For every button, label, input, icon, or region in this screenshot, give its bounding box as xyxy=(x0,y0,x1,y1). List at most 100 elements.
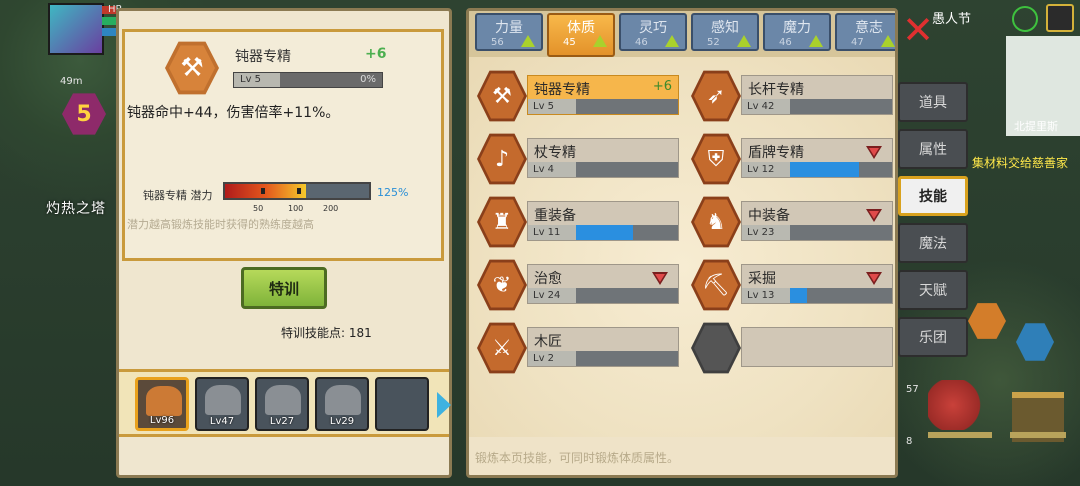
skill-item[interactable]: ➶ 长杆专精 Lv 42 xyxy=(691,69,895,125)
skill-name: 木匠 xyxy=(534,334,562,350)
skill-detail-panel: ⚒ 钝器专精 +6 Lv 5 0% 钝器命中+44，伤害倍率+11%。 钝器专精… xyxy=(116,8,452,478)
potential-tick: 50 xyxy=(253,204,264,213)
decline-arrow-icon xyxy=(866,272,882,285)
character-slot[interactable]: Lv27 xyxy=(255,377,309,431)
hammer-icon: ⚒ xyxy=(477,70,527,122)
skill-level: Lv 5 xyxy=(528,99,576,114)
potential-hint: 潜力越高锻炼技能时获得的熟练度越高 xyxy=(127,218,314,231)
hammer-icon: ⚒ xyxy=(165,41,219,95)
player-portrait[interactable] xyxy=(48,3,104,55)
skills-panel: 力量 56 体质 45 灵巧 46 感知 52 魔力 46 意志 47 ⚒ 钝器专精 +6 Lv 5 ➶ 长杆专… xyxy=(466,8,898,478)
skill-level: Lv 12 xyxy=(742,162,790,177)
skill-grid: ⚒ 钝器专精 +6 Lv 5 ➶ 长杆专精 Lv 42 ♪ 杖专精 Lv 4 ⛨ 盾牌专精 Lv 12 ♜… xyxy=(469,57,895,437)
skill-progress-bar: Lv 5 xyxy=(528,99,678,114)
spear-icon: ➶ xyxy=(691,70,741,122)
potential-value: 125% xyxy=(377,186,409,199)
tab-attribute[interactable]: 体质 45 xyxy=(547,13,615,57)
potential-tick: 100 xyxy=(288,204,304,213)
skill-progress-bar: Lv 13 xyxy=(742,288,892,303)
side-menu-button[interactable]: 属性 xyxy=(898,129,968,169)
tab-attribute[interactable]: 灵巧 46 xyxy=(619,13,687,51)
upgrade-arrow-icon xyxy=(593,35,607,47)
footer-hint: 锻炼本页技能，可同时锻炼体质属性。 xyxy=(475,451,680,465)
skill-item[interactable]: ⛨ 盾牌专精 Lv 12 xyxy=(691,132,895,188)
skill-progress-bar: Lv 24 xyxy=(528,288,678,303)
tab-label: 感知 xyxy=(711,20,739,36)
skill-progress-bar: Lv 12 xyxy=(742,162,892,177)
skill-item[interactable]: ⚔ 木匠 Lv 2 xyxy=(477,321,682,377)
skill-name: 长杆专精 xyxy=(748,82,804,98)
character-selector: Lv96 Lv47 Lv27 Lv29 xyxy=(119,369,451,437)
meat-icon[interactable] xyxy=(928,380,990,430)
skill-level: Lv 23 xyxy=(742,225,790,240)
skill-box: 木匠 Lv 2 xyxy=(527,327,679,367)
skill-bonus: +6 xyxy=(652,79,672,94)
staff-icon: ♪ xyxy=(477,133,527,185)
globe-icon[interactable] xyxy=(1012,6,1038,32)
tab-attribute[interactable]: 意志 47 xyxy=(835,13,895,51)
skill-box: 采掘 Lv 13 xyxy=(741,264,893,304)
skill-level: Lv 42 xyxy=(742,99,790,114)
potential-label: 钝器专精 潜力 xyxy=(143,189,213,202)
shield-icon: ⛨ xyxy=(691,133,741,185)
skill-item[interactable]: ♜ 重装备 Lv 11 xyxy=(477,195,682,251)
character-slot[interactable]: Lv47 xyxy=(195,377,249,431)
tab-value: 47 xyxy=(851,37,864,48)
skill-detail-card: ⚒ 钝器专精 +6 Lv 5 0% 钝器命中+44，伤害倍率+11%。 钝器专精… xyxy=(122,29,444,261)
tab-value: 46 xyxy=(779,37,792,48)
potential-marker xyxy=(297,188,301,194)
skill-name: 重装备 xyxy=(534,208,576,224)
skill-item[interactable]: ♪ 杖专精 Lv 4 xyxy=(477,132,682,188)
skill-name: 治愈 xyxy=(534,271,562,287)
potential-marker xyxy=(261,188,265,194)
tab-value: 46 xyxy=(635,37,648,48)
distance-readout: 49m xyxy=(60,76,83,87)
medium-armor-icon: ♞ xyxy=(691,196,741,248)
skill-box: 盾牌专精 Lv 12 xyxy=(741,138,893,178)
heavy-armor-icon: ♜ xyxy=(477,196,527,248)
upgrade-arrow-icon xyxy=(521,35,535,47)
side-menu-button[interactable]: 魔法 xyxy=(898,223,968,263)
next-arrow-icon[interactable] xyxy=(437,392,451,418)
tab-attribute[interactable]: 力量 56 xyxy=(475,13,543,51)
detail-progress-pct: 0% xyxy=(360,74,376,85)
skill-item[interactable]: ❦ 治愈 Lv 24 xyxy=(477,258,682,314)
character-slot-empty[interactable] xyxy=(375,377,429,431)
skill-item[interactable]: ⛏ 采掘 Lv 13 xyxy=(691,258,895,314)
skill-name: 盾牌专精 xyxy=(748,145,804,161)
special-train-button[interactable]: 特训 xyxy=(241,267,327,309)
detail-level: Lv 5 xyxy=(234,73,280,87)
skill-box: 中装备 Lv 23 xyxy=(741,201,893,241)
exit-icon[interactable] xyxy=(1046,4,1074,32)
decline-arrow-icon xyxy=(866,209,882,222)
side-menu-button[interactable]: 乐团 xyxy=(898,317,968,357)
skill-item[interactable]: ♞ 中装备 Lv 23 xyxy=(691,195,895,251)
rest-bar xyxy=(1010,432,1066,438)
side-menu-button[interactable]: 道具 xyxy=(898,82,968,122)
skill-name: 钝器专精 xyxy=(534,82,590,98)
skill-name: 杖专精 xyxy=(534,145,576,161)
quest-text[interactable]: 集材料交给慈善家 xyxy=(972,154,1068,171)
character-slot[interactable]: Lv29 xyxy=(315,377,369,431)
skill-item[interactable]: ⚒ 钝器专精 +6 Lv 5 xyxy=(477,69,682,125)
tab-label: 意志 xyxy=(855,20,883,36)
train-points-label: 特训技能点: xyxy=(281,326,346,340)
tab-attribute[interactable]: 魔力 46 xyxy=(763,13,831,51)
healing-icon: ❦ xyxy=(477,259,527,311)
character-slot[interactable]: Lv96 xyxy=(135,377,189,431)
upgrade-arrow-icon xyxy=(665,35,679,47)
side-menu-button[interactable]: 技能 xyxy=(898,176,968,216)
potential-tick: 200 xyxy=(323,204,339,213)
skill-progress-bar: Lv 23 xyxy=(742,225,892,240)
close-icon[interactable]: ✕ xyxy=(898,10,938,50)
tab-label: 力量 xyxy=(495,20,523,36)
tab-attribute[interactable]: 感知 52 xyxy=(691,13,759,51)
skill-progress-bar: Lv 2 xyxy=(528,351,678,366)
detail-skill-name: 钝器专精 xyxy=(235,49,291,65)
upgrade-arrow-icon xyxy=(809,35,823,47)
skill-slot-empty[interactable] xyxy=(691,321,895,377)
potential-fill xyxy=(225,184,306,198)
attribute-tabs: 力量 56 体质 45 灵巧 46 感知 52 魔力 46 意志 47 xyxy=(469,11,895,57)
detail-description: 钝器命中+44，伤害倍率+11%。 xyxy=(127,105,340,121)
side-menu-button[interactable]: 天赋 xyxy=(898,270,968,310)
